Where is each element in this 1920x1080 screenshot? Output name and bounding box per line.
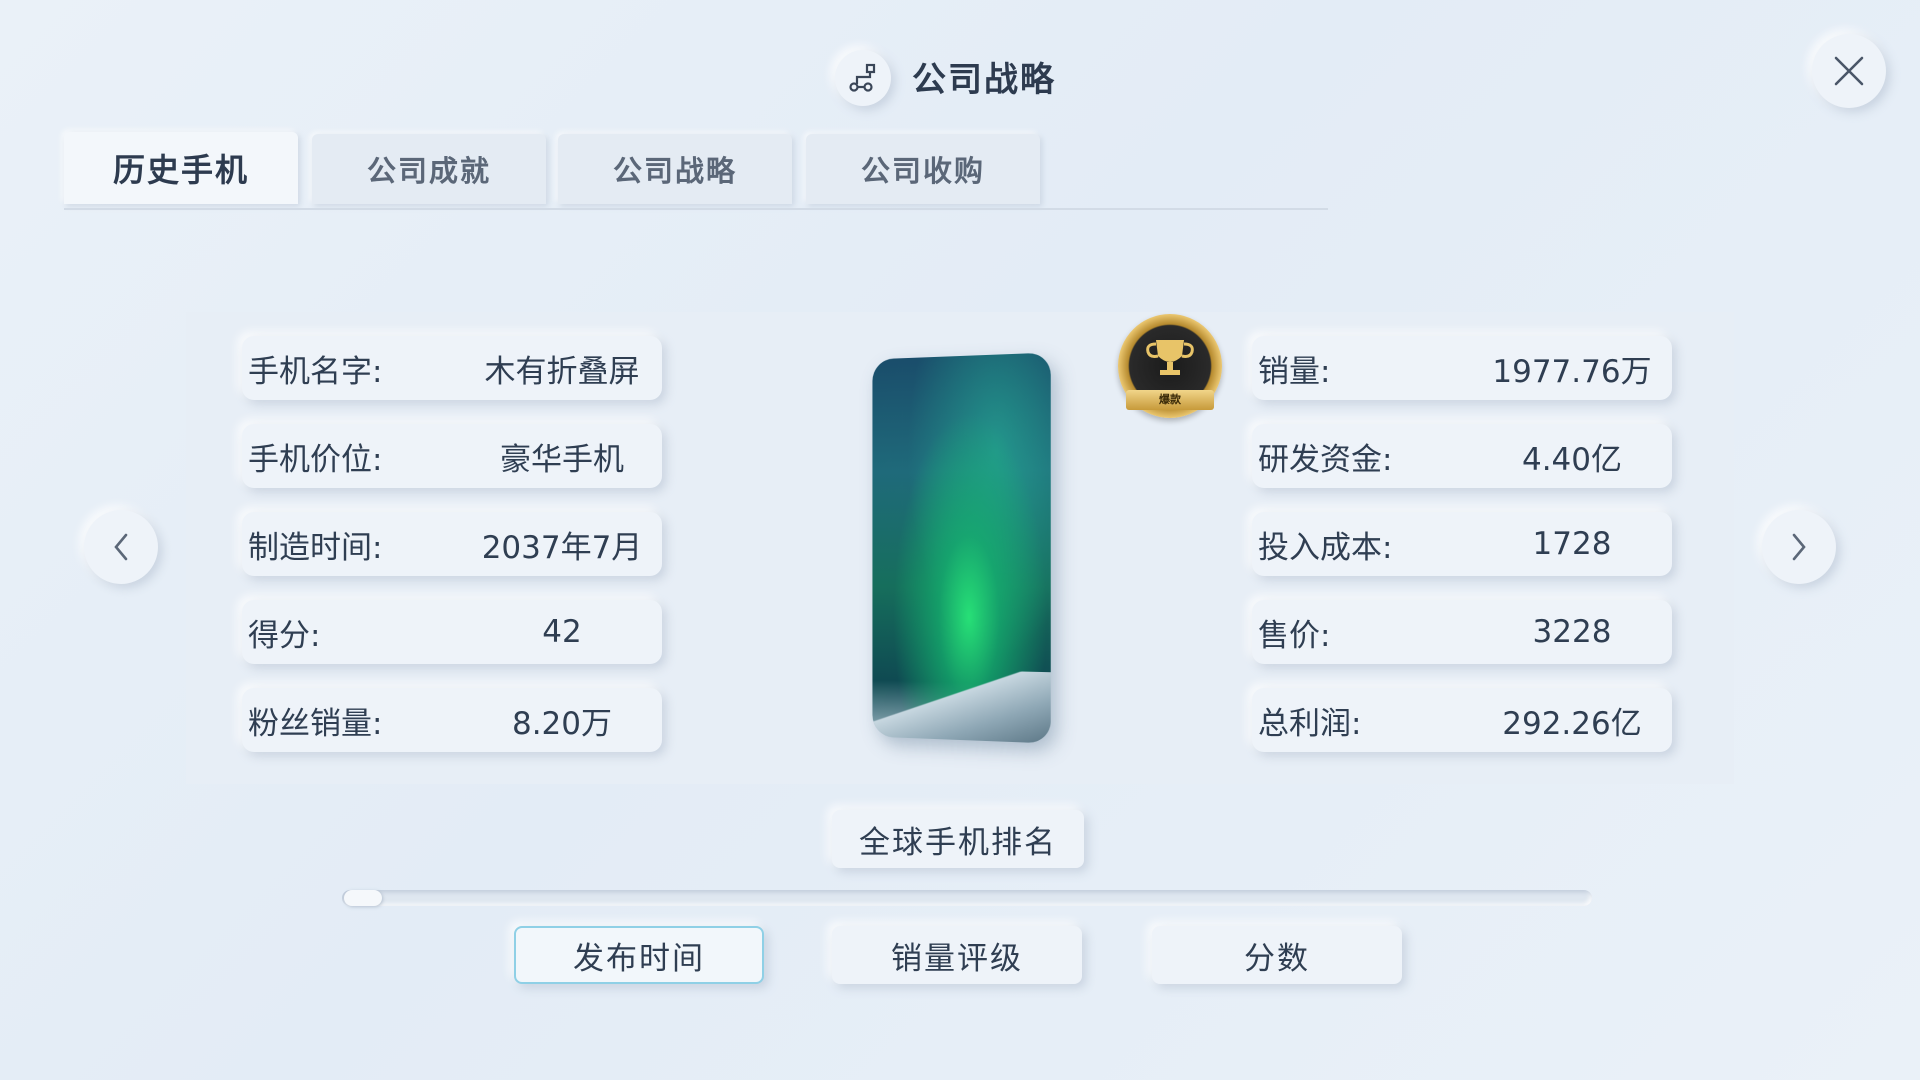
field-value: 8.20万 (511, 705, 613, 742)
next-phone-button[interactable] (1762, 510, 1836, 584)
field-label: 制造时间: (248, 529, 383, 566)
field-manufacture-date: 制造时间: 2037年7月 (242, 512, 662, 576)
field-value: 1728 (1532, 526, 1612, 562)
field-value: 豪华手机 (500, 441, 624, 478)
close-icon (1834, 56, 1864, 86)
field-price-tier: 手机价位: 豪华手机 (242, 424, 662, 488)
field-label: 投入成本: (1258, 529, 1393, 566)
field-label: 得分: (248, 617, 321, 654)
sort-by-score-button[interactable]: 分数 (1152, 926, 1402, 984)
field-label: 研发资金: (1258, 441, 1393, 478)
trophy-icon (1146, 340, 1194, 375)
tab-acquisition[interactable]: 公司收购 (806, 134, 1040, 204)
field-phone-name: 手机名字: 木有折叠屏 (242, 336, 662, 400)
tab-strategy[interactable]: 公司战略 (558, 134, 792, 204)
chevron-right-icon (1792, 533, 1806, 561)
field-label: 总利润: (1258, 705, 1362, 742)
ranking-scrollbar[interactable] (342, 890, 1592, 906)
field-retail-price: 售价: 3228 (1252, 600, 1672, 664)
field-label: 手机名字: (248, 353, 383, 390)
field-value: 292.26亿 (1502, 705, 1642, 742)
trophy-badge: 爆款 (1118, 314, 1222, 418)
scrollbar-thumb[interactable] (344, 890, 382, 906)
field-label: 粉丝销量: (248, 705, 383, 742)
tab-achievements[interactable]: 公司成就 (312, 134, 546, 204)
field-value: 2037年7月 (481, 529, 643, 566)
field-label: 售价: (1258, 617, 1331, 654)
chevron-left-icon (114, 533, 128, 561)
phone-image (872, 352, 1051, 744)
field-sales: 销量: 1977.76万 (1252, 336, 1672, 400)
field-input-cost: 投入成本: 1728 (1252, 512, 1672, 576)
sort-by-sales-rating-button[interactable]: 销量评级 (832, 926, 1082, 984)
close-button[interactable] (1812, 34, 1886, 108)
field-total-profit: 总利润: 292.26亿 (1252, 688, 1672, 752)
sort-by-release-date-button[interactable]: 发布时间 (514, 926, 764, 984)
page-title: 公司战略 (912, 60, 1056, 100)
field-value: 3228 (1532, 614, 1612, 650)
field-label: 手机价位: (248, 441, 383, 478)
field-value: 4.40亿 (1521, 441, 1623, 478)
field-value: 42 (542, 614, 582, 650)
field-value: 木有折叠屏 (484, 353, 640, 390)
field-value: 1977.76万 (1492, 353, 1652, 390)
previous-phone-button[interactable] (84, 510, 158, 584)
tabs-divider (64, 208, 1328, 210)
field-rd-funds: 研发资金: 4.40亿 (1252, 424, 1672, 488)
tab-history-phones[interactable]: 历史手机 (64, 132, 298, 204)
badge-label: 爆款 (1126, 390, 1214, 410)
global-ranking-button[interactable]: 全球手机排名 (832, 810, 1084, 868)
field-fan-sales: 粉丝销量: 8.20万 (242, 688, 662, 752)
field-score: 得分: 42 (242, 600, 662, 664)
field-label: 销量: (1258, 353, 1331, 390)
strategy-nodes-icon (835, 50, 891, 106)
